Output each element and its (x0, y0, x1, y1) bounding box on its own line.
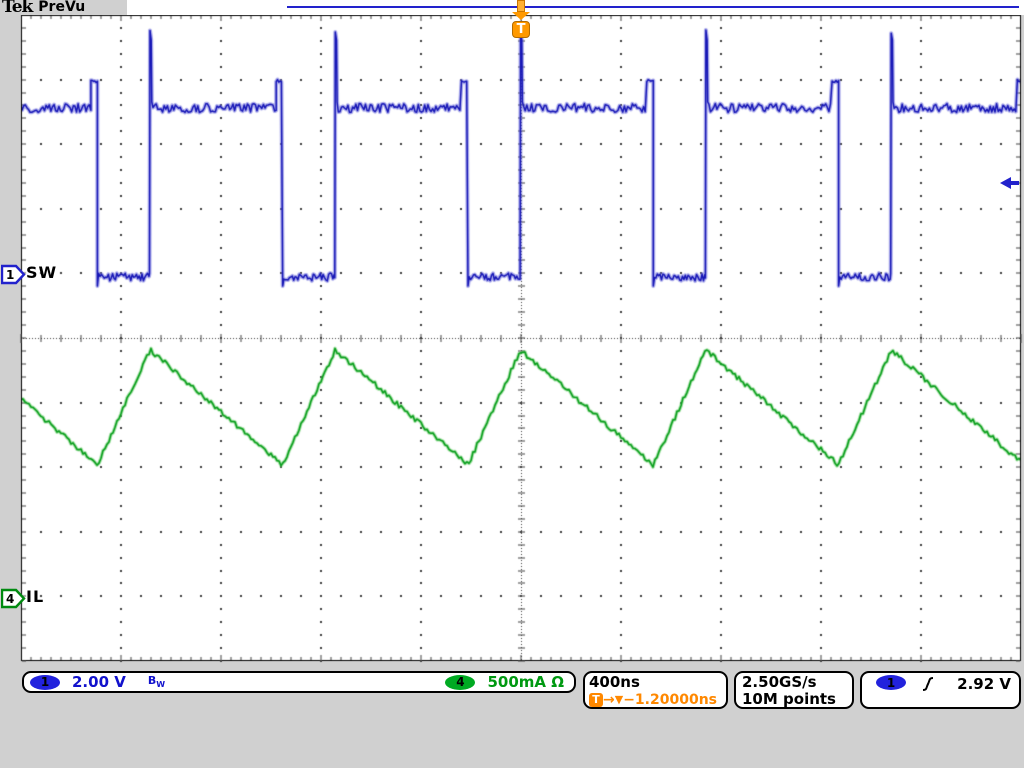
ch1-marker-number: 1 (6, 268, 14, 282)
trigger-readout-box[interactable]: 1 2.92 V (860, 671, 1021, 709)
trigger-level-arrow-icon[interactable] (1000, 176, 1020, 190)
rising-edge-slope-icon (920, 676, 936, 692)
ch1-badge[interactable]: 1 (30, 675, 60, 690)
ch4-badge[interactable]: 4 (445, 675, 475, 690)
ch1-ground-marker[interactable]: 1 (1, 264, 26, 285)
horizontal-scale: 400ns (589, 674, 722, 691)
ch1-vertical-scale: 2.00 V (72, 673, 126, 691)
trigger-delay-t-icon: T (589, 693, 603, 707)
trigger-position-bar-icon (517, 0, 525, 12)
trigger-delay-value: −1.20000ns (623, 692, 717, 708)
tek-logo: Tek (2, 0, 32, 15)
sample-rate: 2.50GS/s (742, 674, 846, 691)
ch1-bandwidth-indicator: BW (148, 674, 165, 689)
arrow-right-icon: → (603, 692, 615, 708)
record-length: 10M points (742, 691, 846, 708)
trigger-level-value: 2.92 V (957, 675, 1011, 693)
trigger-source-badge: 1 (876, 675, 906, 690)
ch4-ground-marker[interactable]: 4 (1, 588, 26, 609)
trigger-position-marker[interactable]: T (510, 0, 532, 38)
acquisition-status: PreVu (38, 0, 85, 15)
acquisition-readout-box[interactable]: 2.50GS/s 10M points (734, 671, 854, 709)
trigger-delay-readout: T → ▼ −1.20000ns (589, 691, 722, 708)
timebase-readout-box[interactable]: 400ns T → ▼ −1.20000ns (583, 671, 728, 709)
triangle-down-icon: ▼ (615, 693, 623, 706)
trigger-t-badge: T (512, 21, 530, 38)
ch4-vertical-scale: 500mA Ω (487, 673, 564, 691)
record-length-bar (287, 6, 1019, 8)
header: Tek PreVu (0, 0, 127, 15)
trigger-down-arrow-icon (511, 12, 531, 21)
scope-graticule-canvas (0, 0, 1024, 768)
ch1-label: SW (26, 263, 57, 282)
channel-readouts-box[interactable]: 1 2.00 V BW 4 500mA Ω (22, 671, 576, 693)
ch4-marker-number: 4 (6, 592, 14, 606)
ch4-label: IL (26, 587, 44, 606)
